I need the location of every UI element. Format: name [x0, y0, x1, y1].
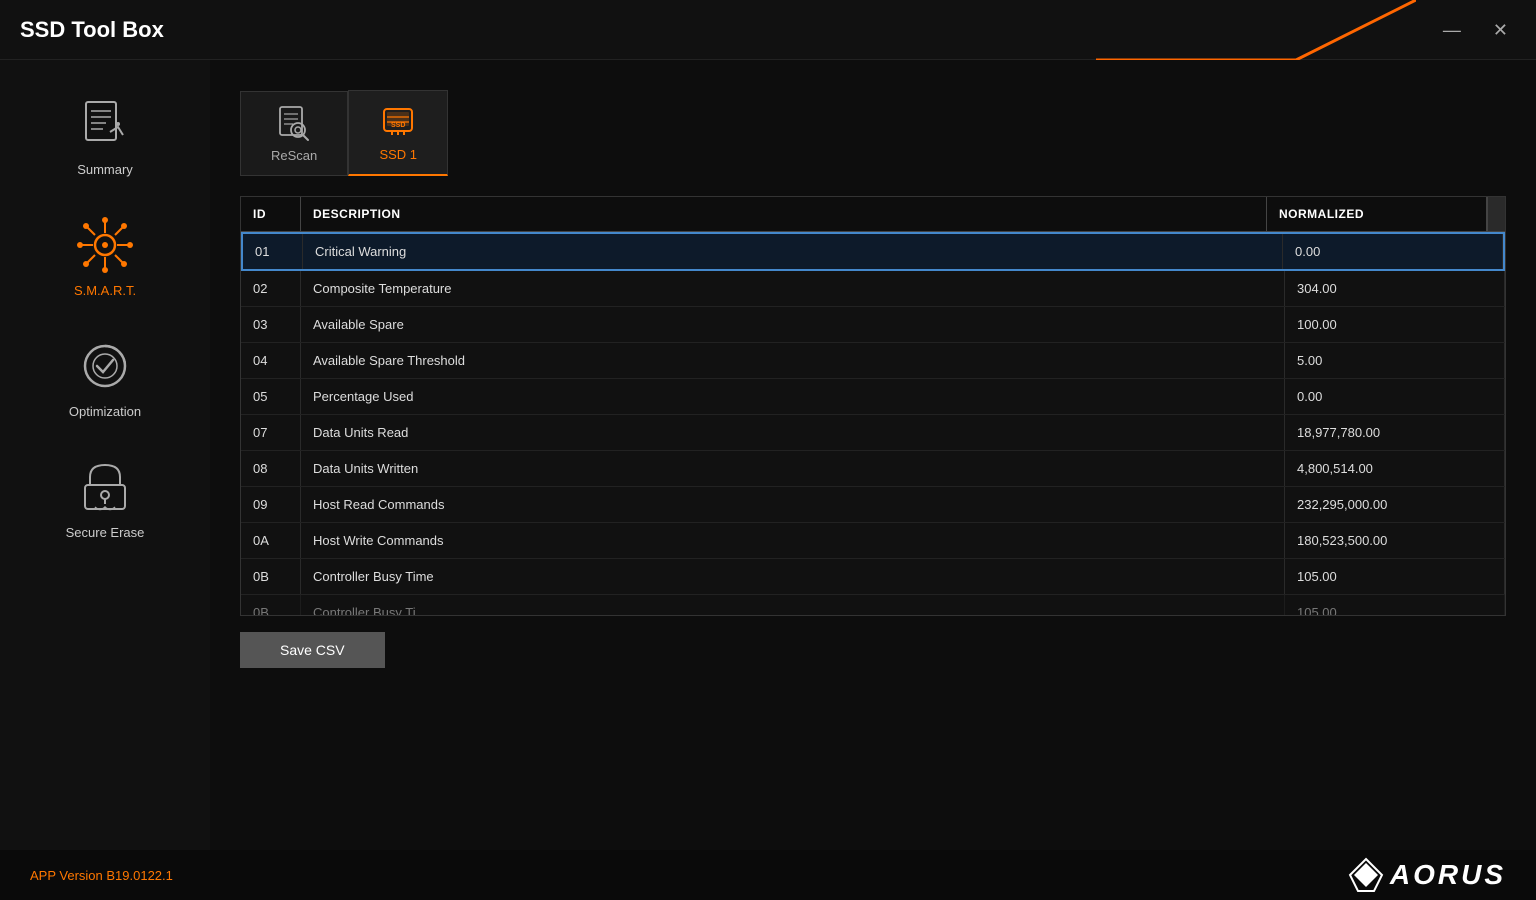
cell-normalized: 0.00 — [1283, 234, 1503, 269]
cell-desc-partial: Controller Busy Ti... — [301, 595, 1285, 615]
tab-rescan[interactable]: ReScan — [240, 91, 348, 176]
app-version: APP Version B19.0122.1 — [30, 868, 173, 883]
cell-normalized: 5.00 — [1285, 343, 1505, 378]
close-button[interactable]: ✕ — [1485, 17, 1516, 43]
table-row[interactable]: 0A Host Write Commands 180,523,500.00 — [241, 523, 1505, 559]
optimization-icon — [75, 336, 135, 396]
title-bar: SSD Tool Box — ✕ — [0, 0, 1536, 60]
cell-id: 09 — [241, 487, 301, 522]
sidebar-item-smart-label: S.M.A.R.T. — [74, 283, 136, 298]
tab-ssd1-label: SSD 1 — [379, 147, 417, 162]
cell-id: 02 — [241, 271, 301, 306]
save-csv-button[interactable]: Save CSV — [240, 632, 385, 668]
col-id: ID — [241, 197, 301, 231]
cell-description: Critical Warning — [303, 234, 1283, 269]
cell-normalized: 105.00 — [1285, 559, 1505, 594]
table-row[interactable]: 02 Composite Temperature 304.00 — [241, 271, 1505, 307]
cell-description: Controller Busy Time — [301, 559, 1285, 594]
table-row[interactable]: 04 Available Spare Threshold 5.00 — [241, 343, 1505, 379]
cell-description: Host Read Commands — [301, 487, 1285, 522]
cell-id: 04 — [241, 343, 301, 378]
cell-id: 0B — [241, 559, 301, 594]
cell-normalized: 180,523,500.00 — [1285, 523, 1505, 558]
cell-id-partial: 0B — [241, 595, 301, 615]
svg-text:SSD: SSD — [391, 122, 405, 129]
cell-description: Percentage Used — [301, 379, 1285, 414]
sidebar-item-optimization-label: Optimization — [69, 404, 141, 419]
secure-erase-icon — [75, 457, 135, 517]
table-body[interactable]: 01 Critical Warning 0.00 02 Composite Te… — [241, 232, 1505, 615]
table-row[interactable]: 09 Host Read Commands 232,295,000.00 — [241, 487, 1505, 523]
sidebar-item-summary[interactable]: Summary — [0, 80, 210, 191]
cell-normalized: 100.00 — [1285, 307, 1505, 342]
table-row[interactable]: 0B Controller Busy Time 105.00 — [241, 559, 1505, 595]
table-header: ID DESCRIPTION NORMALIZED — [241, 197, 1505, 232]
table-row[interactable]: 01 Critical Warning 0.00 — [241, 232, 1505, 271]
col-description: DESCRIPTION — [301, 197, 1267, 231]
window-controls: — ✕ — [1435, 17, 1516, 43]
version-number: B19.0122.1 — [106, 868, 173, 883]
cell-normalized: 232,295,000.00 — [1285, 487, 1505, 522]
cell-description: Available Spare Threshold — [301, 343, 1285, 378]
cell-description: Available Spare — [301, 307, 1285, 342]
app-title: SSD Tool Box — [20, 17, 164, 43]
sidebar-item-summary-label: Summary — [77, 162, 133, 177]
cell-norm-partial: 105.00 — [1285, 595, 1505, 615]
cell-id: 03 — [241, 307, 301, 342]
brand-name: AORUS — [1390, 859, 1506, 891]
cell-normalized: 18,977,780.00 — [1285, 415, 1505, 450]
table-row[interactable]: 05 Percentage Used 0.00 — [241, 379, 1505, 415]
cell-id: 0A — [241, 523, 301, 558]
cell-description: Composite Temperature — [301, 271, 1285, 306]
tab-rescan-label: ReScan — [271, 148, 317, 163]
cell-normalized: 4,800,514.00 — [1285, 451, 1505, 486]
smart-table: ID DESCRIPTION NORMALIZED 01 Critical Wa… — [240, 196, 1506, 616]
cell-description: Data Units Read — [301, 415, 1285, 450]
sidebar-item-optimization[interactable]: Optimization — [0, 322, 210, 433]
main-layout: Summary — [0, 60, 1536, 900]
sidebar-item-secure-erase-label: Secure Erase — [66, 525, 145, 540]
sidebar-item-secure-erase[interactable]: Secure Erase — [0, 443, 210, 554]
cell-id: 07 — [241, 415, 301, 450]
col-normalized: NORMALIZED — [1267, 197, 1487, 231]
aorus-logo: AORUS — [1348, 857, 1506, 893]
summary-icon — [75, 94, 135, 154]
smart-icon — [75, 215, 135, 275]
cell-id: 05 — [241, 379, 301, 414]
tab-bar: ReScan SSD SSD 1 — [240, 90, 1506, 176]
cell-description: Data Units Written — [301, 451, 1285, 486]
ssd1-tab-icon: SSD — [379, 103, 417, 141]
cell-normalized: 304.00 — [1285, 271, 1505, 306]
cell-id: 08 — [241, 451, 301, 486]
minimize-button[interactable]: — — [1435, 17, 1469, 43]
cell-normalized: 0.00 — [1285, 379, 1505, 414]
table-row[interactable]: 03 Available Spare 100.00 — [241, 307, 1505, 343]
rescan-tab-icon — [275, 104, 313, 142]
tab-ssd1[interactable]: SSD SSD 1 — [348, 90, 448, 176]
sidebar-item-smart[interactable]: S.M.A.R.T. — [0, 201, 210, 312]
version-label: APP Version — [30, 868, 106, 883]
cell-description: Host Write Commands — [301, 523, 1285, 558]
table-row[interactable]: 08 Data Units Written 4,800,514.00 — [241, 451, 1505, 487]
content-area: ReScan SSD SSD 1 — [210, 60, 1536, 900]
table-row[interactable]: 07 Data Units Read 18,977,780.00 — [241, 415, 1505, 451]
sidebar: Summary — [0, 60, 210, 900]
footer: APP Version B19.0122.1 AORUS — [0, 850, 1536, 900]
cell-id: 01 — [243, 234, 303, 269]
